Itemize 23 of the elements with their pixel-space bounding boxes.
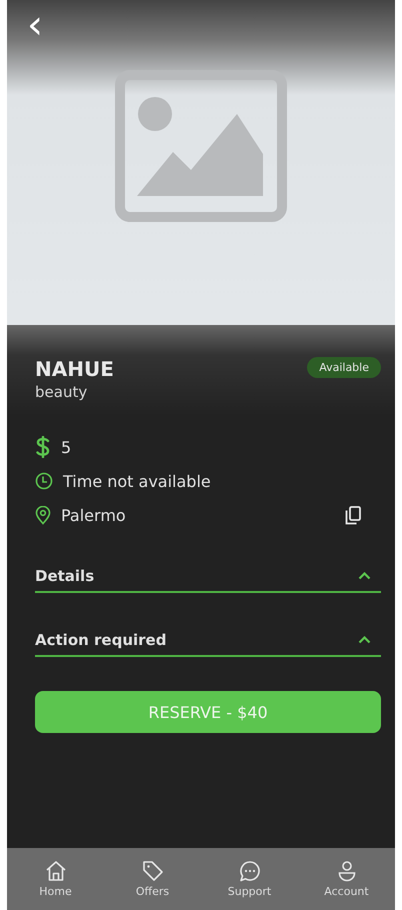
info-text: 5 (61, 438, 72, 456)
nav-tab[interactable]: Offers (112, 860, 192, 898)
dollar-icon (35, 436, 51, 458)
listing-name: NAHUE (35, 357, 114, 381)
info-text: Time not available (63, 472, 211, 490)
tag-icon (142, 860, 164, 882)
location-pin-icon (35, 506, 51, 524)
chat-bubble-icon (238, 860, 260, 882)
status-badge: Available (307, 357, 381, 378)
clock-icon (35, 472, 53, 490)
user-icon (336, 860, 358, 882)
nav-tab[interactable]: Home (16, 860, 96, 898)
accordion-header[interactable]: Details (35, 567, 381, 593)
reserve-button[interactable]: RESERVE - $40 (35, 691, 381, 733)
nav-tab[interactable]: Support (210, 860, 290, 898)
info-text: Palermo (61, 506, 126, 524)
copy-icon[interactable] (345, 506, 361, 524)
nav-tab[interactable]: Account (306, 860, 386, 898)
home-icon (44, 860, 66, 882)
listing-category: beauty (35, 383, 88, 401)
image-placeholder-icon (115, 70, 287, 222)
accordion-header[interactable]: Action required (35, 631, 381, 657)
back-button[interactable]: ‹ (21, 0, 49, 50)
